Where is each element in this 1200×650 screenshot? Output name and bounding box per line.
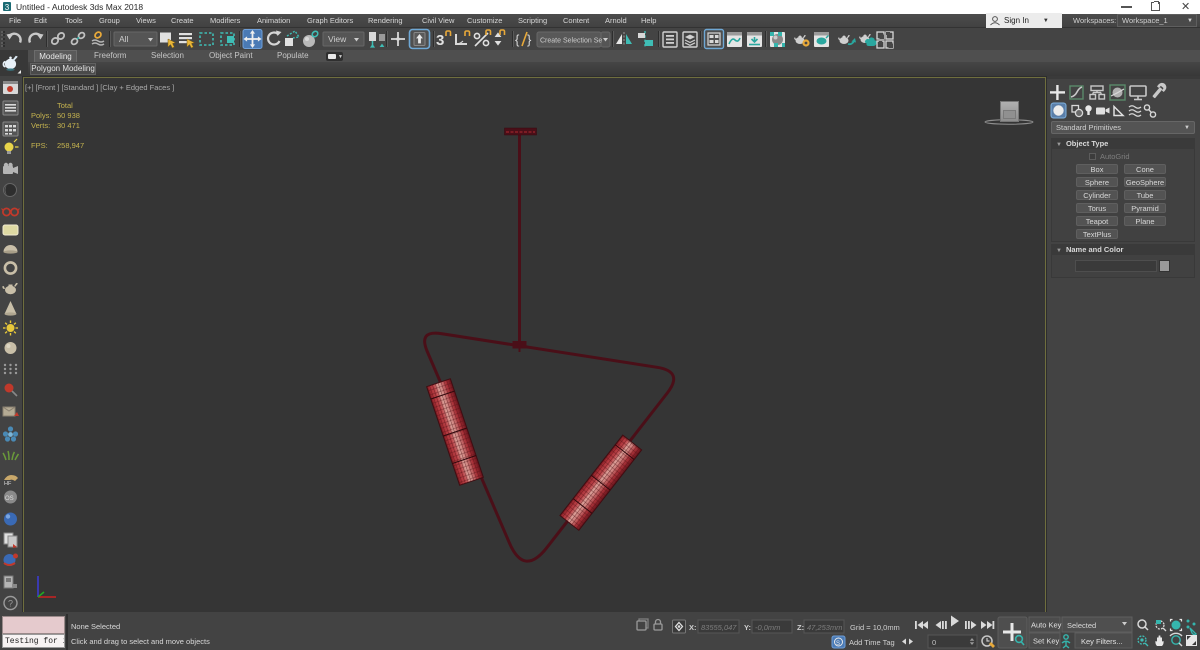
svg-text:View: View [328,34,347,44]
svg-text:Create Selection Se: Create Selection Se [540,38,602,45]
svg-text:HF: HF [4,481,12,487]
svg-text:Grid = 10,0mm: Grid = 10,0mm [850,623,900,632]
svg-text:}: } [527,32,532,47]
svg-text:Set Key: Set Key [1033,637,1060,646]
svg-text:47,253mm: 47,253mm [807,623,842,632]
svg-text:Z:: Z: [797,623,804,632]
svg-text:Selected: Selected [1067,621,1096,630]
svg-text:{: { [515,32,520,47]
svg-text:All: All [119,34,129,44]
svg-text:Y:: Y: [744,623,751,632]
svg-text:Add Time Tag: Add Time Tag [849,638,895,647]
svg-text:?: ? [8,599,13,609]
svg-text:S: S [836,641,840,647]
svg-text:X:: X: [689,623,697,632]
svg-text:-0,0mm: -0,0mm [755,623,780,632]
svg-text:Auto Key: Auto Key [1031,621,1062,630]
svg-text:0: 0 [932,638,936,647]
svg-text:OS: OS [5,496,14,502]
svg-text:3: 3 [5,3,10,12]
svg-text:3: 3 [436,32,444,49]
svg-text:Key Filters...: Key Filters... [1081,637,1123,646]
svg-text:83555,047: 83555,047 [701,623,737,632]
